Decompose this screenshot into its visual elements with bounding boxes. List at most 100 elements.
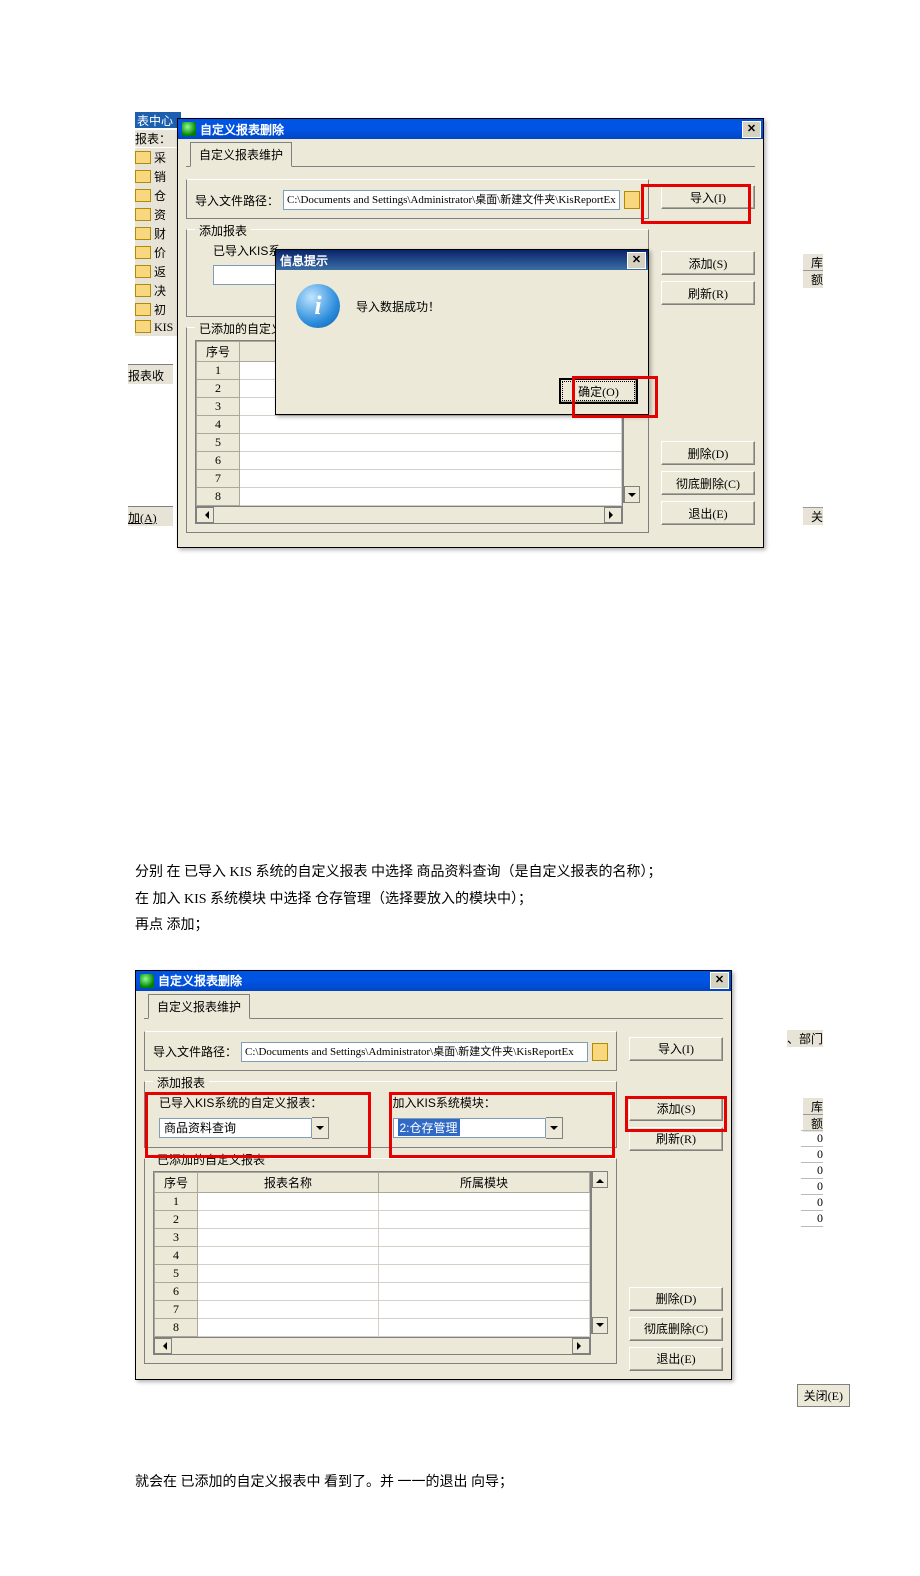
table-row[interactable]: 5 <box>197 434 240 452</box>
screenshot-1: 表中心 报表： 采 销 仓 资 财 价 返 决 初 KIS 报表收 加(A) 库… <box>135 112 795 532</box>
bg-frag-add: 加(A) <box>128 506 173 526</box>
bg-tree: 采 销 仓 资 财 价 返 决 初 KIS <box>135 148 179 336</box>
tree-item[interactable]: 资 <box>135 205 179 224</box>
msgbox-titlebar[interactable]: 信息提示 <box>276 250 648 270</box>
msgbox-title: 信息提示 <box>280 252 328 269</box>
exit-button[interactable]: 退出(E) <box>661 501 755 525</box>
browse-icon[interactable] <box>592 1043 608 1061</box>
titlebar[interactable]: 自定义报表删除 <box>136 971 731 991</box>
app-icon <box>182 122 196 136</box>
import-button[interactable]: 导入(I) <box>629 1037 723 1061</box>
doc-paragraph-2: 就会在 已添加的自定义报表中 看到了。并 一一的退出 向导； <box>0 1450 920 1576</box>
h-scrollbar[interactable] <box>196 506 622 523</box>
table-row[interactable]: 7 <box>155 1300 198 1318</box>
table-row[interactable]: 3 <box>155 1228 198 1246</box>
imported-report-dropdown[interactable]: 商品资料查询 <box>159 1117 329 1139</box>
tree-item[interactable]: 销 <box>135 167 179 186</box>
msgbox-text: 导入数据成功！ <box>356 298 638 315</box>
tree-item[interactable]: KIS <box>135 319 179 336</box>
browse-icon[interactable] <box>624 191 640 209</box>
group-add-legend: 添加报表 <box>153 1074 209 1091</box>
bg-frag-titlebar: 表中心 <box>135 112 181 128</box>
module-dropdown[interactable]: 2:仓存管理 <box>393 1117 563 1139</box>
bg-left-label: 报表： <box>135 130 179 147</box>
group-added-legend: 已添加的自定义报表 <box>153 1151 269 1168</box>
close-icon[interactable] <box>742 121 761 138</box>
bg-frag-fav: 报表收 <box>128 364 173 384</box>
tree-item[interactable]: 仓 <box>135 186 179 205</box>
ok-button[interactable]: 确定(O) <box>559 378 638 404</box>
hard-delete-button[interactable]: 彻底删除(C) <box>629 1317 723 1341</box>
tab-maintain[interactable]: 自定义报表维护 <box>148 994 250 1019</box>
table-row[interactable]: 7 <box>197 470 240 488</box>
msgbox: 信息提示 导入数据成功！ 确定(O) <box>275 249 649 415</box>
table-row[interactable]: 8 <box>197 488 240 506</box>
import-button[interactable]: 导入(I) <box>661 185 755 209</box>
add-button[interactable]: 添加(S) <box>661 251 755 275</box>
tree-item[interactable]: 决 <box>135 281 179 300</box>
tree-item[interactable]: 采 <box>135 148 179 167</box>
close-icon[interactable] <box>627 252 646 269</box>
delete-button[interactable]: 删除(D) <box>661 441 755 465</box>
col-name: 报表名称 <box>198 1172 379 1192</box>
tab-maintain[interactable]: 自定义报表维护 <box>190 142 292 167</box>
table-row[interactable]: 3 <box>197 398 240 416</box>
table-row[interactable]: 2 <box>197 380 240 398</box>
tree-item[interactable]: 财 <box>135 224 179 243</box>
folder-icon <box>135 320 151 333</box>
path-input[interactable]: C:\Documents and Settings\Administrator\… <box>241 1042 588 1062</box>
bg-close-button[interactable]: 关闭(E) <box>797 1384 850 1407</box>
bg-frag-right: 库 <box>803 1098 823 1115</box>
table-row[interactable]: 5 <box>155 1264 198 1282</box>
close-icon[interactable] <box>710 972 729 989</box>
doc-paragraph-1: 分别 在 已导入 KIS 系统的自定义报表 中选择 商品资料查询（是自定义报表的… <box>0 840 920 940</box>
folder-icon <box>135 246 151 259</box>
add-button[interactable]: 添加(S) <box>629 1097 723 1121</box>
info-icon <box>296 284 340 328</box>
table-row[interactable]: 1 <box>155 1192 198 1210</box>
folder-icon <box>135 208 151 221</box>
bg-zeros: 0 0 0 0 0 0 <box>801 1130 823 1227</box>
v-scrollbar[interactable] <box>591 1171 608 1334</box>
table-row[interactable]: 8 <box>155 1318 198 1336</box>
custom-report-delete-dialog-2: 自定义报表删除 自定义报表维护 导入文件路径： C:\Documents and… <box>135 970 732 1380</box>
chevron-down-icon[interactable] <box>546 1117 563 1139</box>
folder-icon <box>135 303 151 316</box>
bg-frag-right: 额 <box>803 270 823 288</box>
group-add-legend: 添加报表 <box>195 222 251 239</box>
tree-item[interactable]: 返 <box>135 262 179 281</box>
group-added-legend: 已添加的自定义 <box>195 320 287 337</box>
path-input[interactable]: C:\Documents and Settings\Administrator\… <box>283 190 620 210</box>
label-module: 加入KIS系统模块： <box>393 1094 609 1111</box>
dialog-title: 自定义报表删除 <box>200 121 284 138</box>
table-row[interactable]: 6 <box>155 1282 198 1300</box>
hard-delete-button[interactable]: 彻底删除(C) <box>661 471 755 495</box>
exit-button[interactable]: 退出(E) <box>629 1347 723 1371</box>
chevron-down-icon[interactable] <box>312 1117 329 1139</box>
bg-frag-right: 、部门 <box>787 1030 823 1047</box>
folder-icon <box>135 170 151 183</box>
table-row[interactable]: 4 <box>155 1246 198 1264</box>
h-scrollbar[interactable] <box>154 1337 590 1354</box>
bg-frag-right: 库 <box>803 254 823 271</box>
tree-item[interactable]: 价 <box>135 243 179 262</box>
button-column: 导入(I) 添加(S) 刷新(R) 删除(D) 彻底删除(C) 退出(E) <box>661 185 753 525</box>
folder-icon <box>135 151 151 164</box>
refresh-button[interactable]: 刷新(R) <box>629 1127 723 1151</box>
app-icon <box>140 974 154 988</box>
dialog-title: 自定义报表删除 <box>158 972 242 989</box>
screenshot-2: 、部门 库 额 0 0 0 0 0 0 关闭(E) 自定义报表删除 自定义报表维… <box>135 970 795 1410</box>
refresh-button[interactable]: 刷新(R) <box>661 281 755 305</box>
table-row[interactable]: 1 <box>197 362 240 380</box>
table-row[interactable]: 6 <box>197 452 240 470</box>
col-seq: 序号 <box>197 342 240 362</box>
table-row[interactable]: 2 <box>155 1210 198 1228</box>
titlebar[interactable]: 自定义报表删除 <box>178 119 763 139</box>
table-row[interactable]: 4 <box>197 416 240 434</box>
bg-frag-right: 关 <box>803 507 823 525</box>
delete-button[interactable]: 删除(D) <box>629 1287 723 1311</box>
folder-icon <box>135 227 151 240</box>
folder-icon <box>135 284 151 297</box>
col-module: 所属模块 <box>379 1172 590 1192</box>
tree-item[interactable]: 初 <box>135 300 179 319</box>
